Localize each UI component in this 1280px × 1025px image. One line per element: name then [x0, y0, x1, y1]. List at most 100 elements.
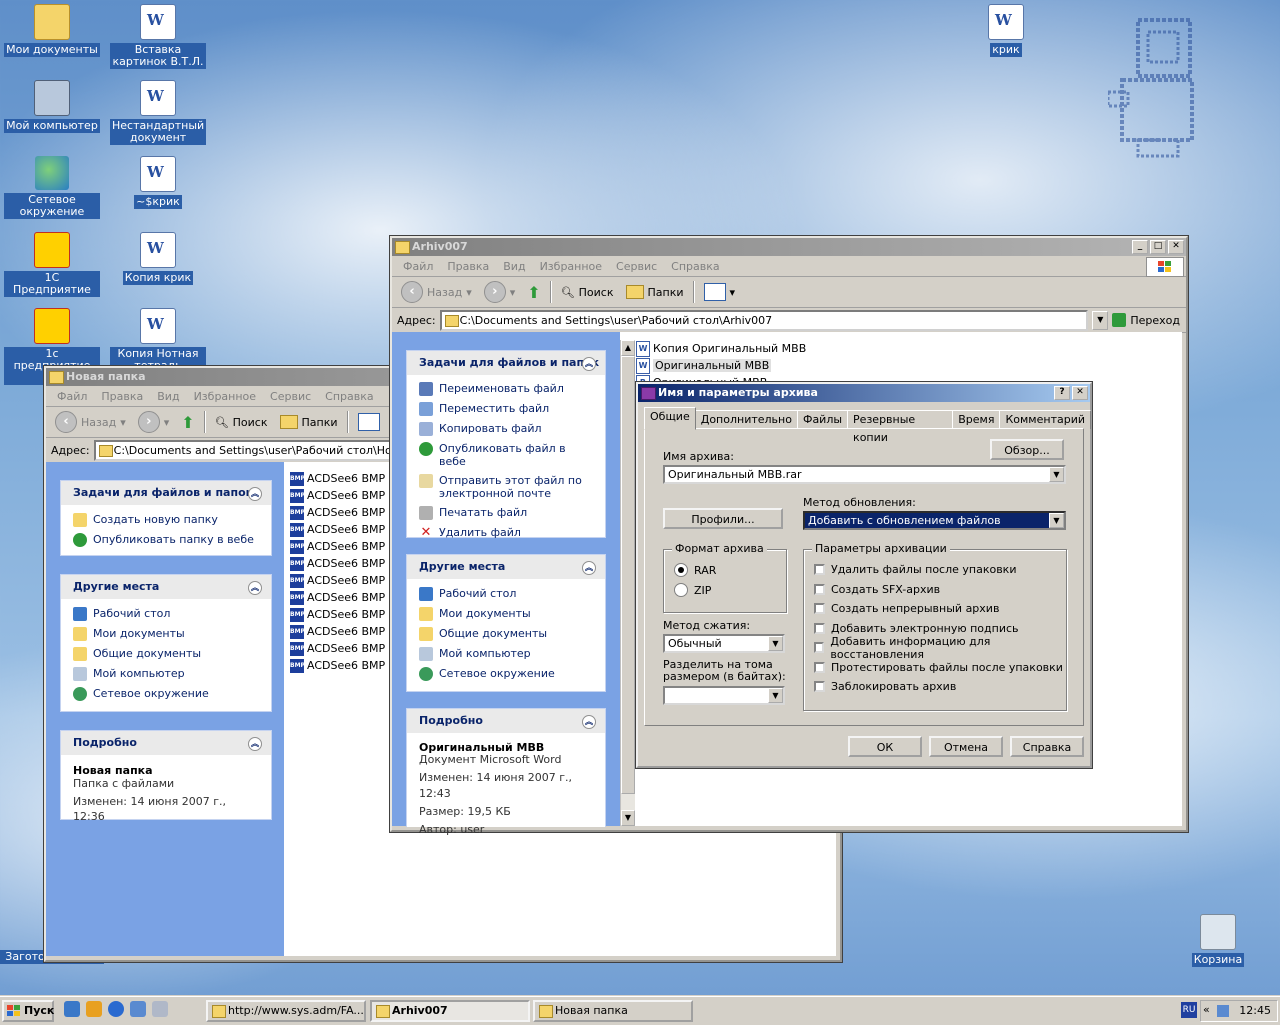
desktop-icon-copy-krik[interactable]: Копия крик [110, 232, 206, 285]
tab-advanced[interactable]: Дополнительно [694, 410, 798, 429]
address-input[interactable]: C:\Documents and Settings\user\Рабочий с… [439, 309, 1089, 331]
up-button[interactable]: ⬆ [524, 281, 543, 304]
outlook-icon[interactable] [130, 1001, 146, 1017]
window-titlebar[interactable]: Arhiv007 _ □ ✕ [392, 238, 1186, 256]
go-button[interactable]: Переход [1112, 313, 1186, 327]
panel-header[interactable]: Подробно ︽ [407, 709, 605, 733]
place-my-documents[interactable]: Мои документы [61, 624, 271, 644]
tray-expand-icon[interactable]: « [1203, 1003, 1210, 1016]
list-item[interactable]: BMP ACDSee6 BMP Ima [290, 521, 409, 538]
browse-button[interactable]: Обзор... [990, 439, 1064, 460]
desktop-icon-nonstandard-doc[interactable]: Нестандартный документ [110, 80, 207, 145]
task-print[interactable]: Печатать файл [407, 503, 605, 523]
desktop-shortcut-icon[interactable] [64, 1001, 80, 1017]
collapse-icon[interactable]: ︽ [248, 737, 262, 751]
list-item[interactable]: BMP ACDSee6 BMP Ima [290, 606, 409, 623]
vertical-scrollbar[interactable]: ▲ ▼ [620, 340, 635, 826]
ie-icon[interactable] [108, 1001, 124, 1017]
collapse-icon[interactable]: ︽ [582, 357, 596, 371]
help-button[interactable]: Справка [1010, 736, 1084, 757]
option-test[interactable]: Протестировать файлы после упаковки [814, 658, 1066, 678]
folders-button[interactable]: Папки [623, 283, 687, 301]
list-item[interactable]: W Копия Оригинальный МВВ [636, 340, 816, 357]
menu-edit[interactable]: Правка [94, 390, 150, 403]
help-title-button[interactable]: ? [1054, 386, 1070, 400]
language-indicator[interactable]: RU [1181, 1002, 1197, 1018]
menu-file[interactable]: Файл [50, 390, 94, 403]
place-shared-documents[interactable]: Общие документы [407, 624, 605, 644]
menu-help[interactable]: Справка [664, 260, 726, 273]
panel-header[interactable]: Задачи для файлов и папок ︽ [407, 351, 605, 375]
taskbar-item-new-folder[interactable]: Новая папка [533, 1000, 693, 1022]
collapse-icon[interactable]: ︽ [582, 561, 596, 575]
back-button[interactable]: ‹ Назад ▾ [398, 279, 475, 305]
forward-button[interactable]: › ▾ [135, 409, 173, 435]
desktop-icon-1c[interactable]: 1С Предприятие [4, 232, 100, 297]
task-new-folder[interactable]: Создать новую папку [61, 510, 271, 530]
panel-header[interactable]: Другие места ︽ [407, 555, 605, 579]
menu-view[interactable]: Вид [496, 260, 532, 273]
collapse-icon[interactable]: ︽ [248, 487, 262, 501]
panel-header[interactable]: Другие места ︽ [61, 575, 271, 599]
list-item[interactable]: BMP ACDSee6 BMP Ima [290, 487, 409, 504]
menu-file[interactable]: Файл [396, 260, 440, 273]
desktop-icon-krik[interactable]: крик [958, 4, 1054, 57]
place-my-documents[interactable]: Мои документы [407, 604, 605, 624]
scrollbar-thumb[interactable] [621, 356, 635, 794]
list-item[interactable]: BMP ACDSee6 BMP Ima [290, 657, 409, 674]
task-publish-folder[interactable]: Опубликовать папку в вебе [61, 530, 271, 550]
forward-button[interactable]: › ▾ [481, 279, 519, 305]
format-zip-radio[interactable]: ZIP [674, 580, 716, 600]
taskbar-item-browser[interactable]: http://www.sys.adm/FA... [206, 1000, 366, 1022]
option-sfx[interactable]: Создать SFX-архив [814, 580, 1066, 600]
compression-select[interactable]: Обычный ▼ [663, 634, 785, 653]
tab-time[interactable]: Время [952, 410, 1001, 429]
list-item[interactable]: BMP ACDSee6 BMP Ima [290, 572, 409, 589]
task-publish[interactable]: Опубликовать файл в вебе [407, 439, 605, 471]
close-button[interactable]: ✕ [1072, 386, 1088, 400]
desktop-icon-notebook[interactable]: Копия Нотная тетрадь [110, 308, 206, 373]
task-copy[interactable]: Копировать файл [407, 419, 605, 439]
search-button[interactable]: 🔍︎ Поиск [212, 414, 271, 431]
list-item[interactable]: BMP ACDSee6 BMP Ima [290, 555, 409, 572]
start-button[interactable]: Пуск [2, 1000, 54, 1022]
place-my-computer[interactable]: Мой компьютер [407, 644, 605, 664]
profiles-button[interactable]: Профили... [663, 508, 783, 529]
panel-header[interactable]: Задачи для файлов и папок ︽ [61, 481, 271, 505]
app-shortcut-icon[interactable] [152, 1001, 168, 1017]
list-item[interactable]: W Оригинальный МВВ [636, 357, 816, 374]
place-desktop[interactable]: Рабочий стол [407, 584, 605, 604]
folders-button[interactable]: Папки [277, 413, 341, 431]
desktop-icon-network[interactable]: Сетевое окружение [4, 156, 100, 219]
tab-comment[interactable]: Комментарий [999, 410, 1091, 429]
menu-tools[interactable]: Сервис [263, 390, 318, 403]
option-delete-files[interactable]: Удалить файлы после упаковки [814, 560, 1066, 580]
back-button[interactable]: ‹ Назад ▾ [52, 409, 129, 435]
search-button[interactable]: 🔍︎ Поиск [558, 284, 617, 301]
archive-dialog[interactable]: Имя и параметры архива ? ✕ Общие Дополни… [636, 382, 1092, 768]
chevron-down-icon[interactable]: ▼ [1049, 467, 1064, 482]
tray-app-icon[interactable] [1217, 1005, 1229, 1017]
chevron-down-icon[interactable]: ▼ [768, 636, 783, 651]
tab-general[interactable]: Общие [644, 407, 696, 430]
list-item[interactable]: BMP ACDSee6 BMP Ima [290, 623, 409, 640]
list-item[interactable]: BMP ACDSee6 BMP Ima [290, 589, 409, 606]
desktop-icon-my-computer[interactable]: Мой компьютер [4, 80, 100, 133]
menu-edit[interactable]: Правка [440, 260, 496, 273]
dialog-titlebar[interactable]: Имя и параметры архива ? ✕ [638, 384, 1090, 402]
menu-favorites[interactable]: Избранное [187, 390, 263, 403]
place-my-computer[interactable]: Мой компьютер [61, 664, 271, 684]
archive-name-input[interactable]: Оригинальный МВВ.rar ▼ [663, 465, 1066, 484]
option-recovery[interactable]: Добавить информацию для восстановления [814, 635, 1066, 661]
scroll-down-arrow-icon[interactable]: ▼ [621, 810, 635, 826]
place-shared-documents[interactable]: Общие документы [61, 644, 271, 664]
menu-help[interactable]: Справка [318, 390, 380, 403]
panel-header[interactable]: Подробно ︽ [61, 731, 271, 755]
list-item[interactable]: BMP ACDSee6 BMP Ima [290, 470, 409, 487]
tab-files[interactable]: Файлы [796, 410, 849, 429]
place-network[interactable]: Сетевое окружение [61, 684, 271, 704]
views-button[interactable] [355, 411, 383, 433]
desktop-icon-tmp-krik[interactable]: ~$крик [110, 156, 206, 209]
tab-backup[interactable]: Резервные копии [847, 410, 954, 444]
task-rename[interactable]: Переименовать файл [407, 379, 605, 399]
